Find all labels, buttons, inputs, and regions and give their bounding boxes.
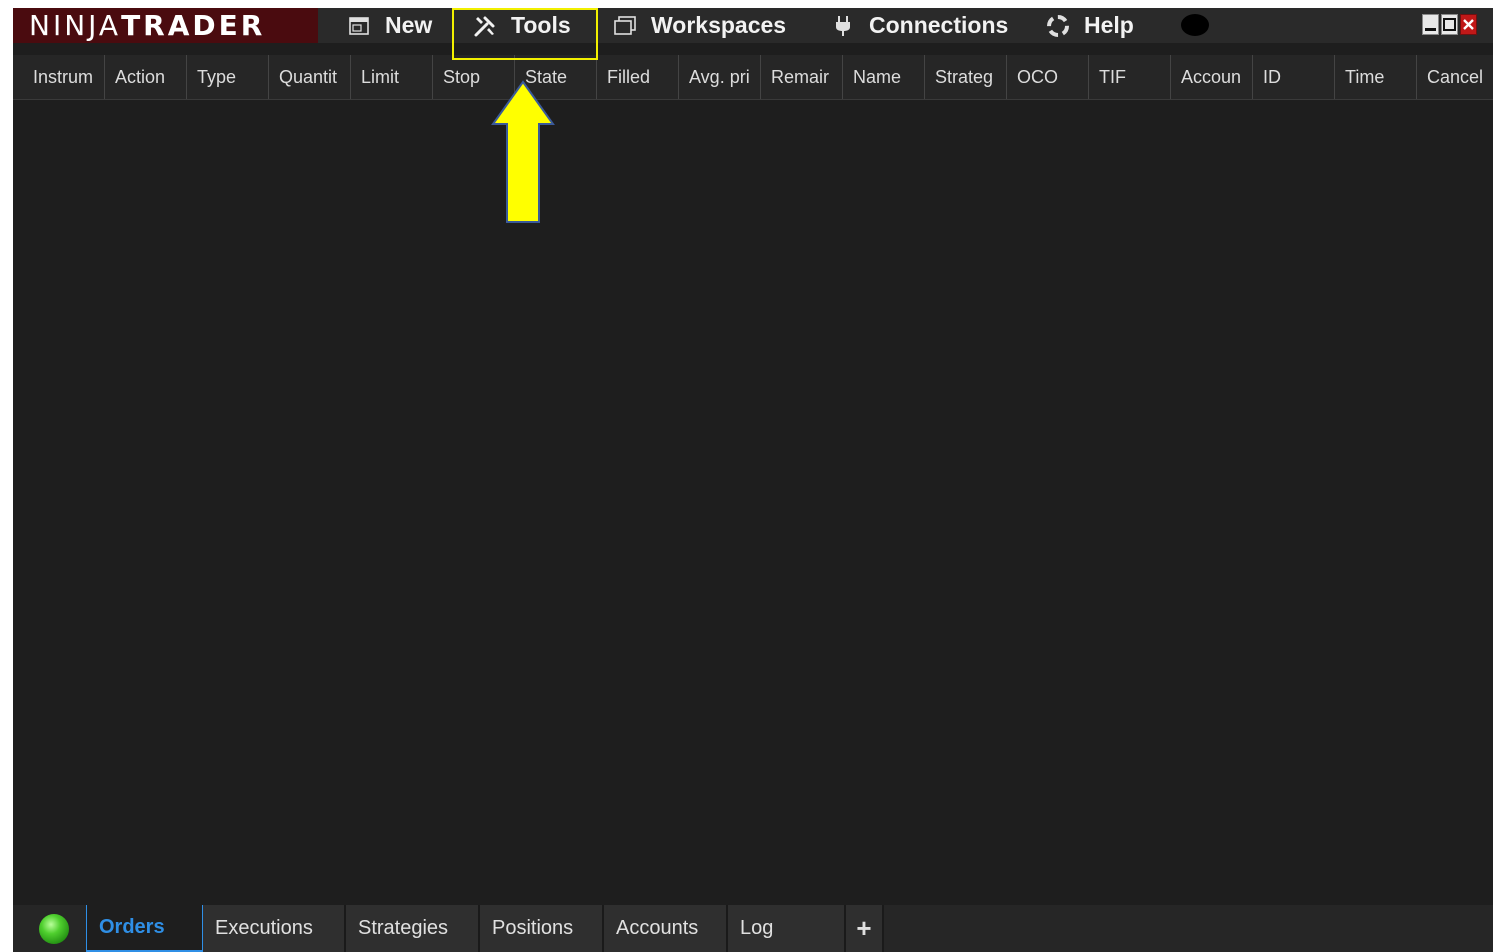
menu-tools-label: Tools bbox=[511, 12, 571, 38]
column-header-instrument[interactable]: Instrum bbox=[23, 55, 105, 99]
menu-help[interactable]: Help bbox=[1046, 8, 1134, 43]
column-header-id[interactable]: ID bbox=[1253, 55, 1335, 99]
workspaces-icon bbox=[613, 14, 637, 38]
tab-executions[interactable]: Executions bbox=[203, 905, 346, 952]
orders-grid[interactable] bbox=[13, 100, 1493, 905]
menu-help-label: Help bbox=[1084, 12, 1134, 38]
help-icon bbox=[1046, 14, 1070, 38]
column-header-time[interactable]: Time bbox=[1335, 55, 1417, 99]
menu-workspaces[interactable]: Workspaces bbox=[613, 8, 786, 43]
menu-new[interactable]: New bbox=[347, 8, 432, 43]
ninjatrader-logo: NINJA TRADER bbox=[13, 8, 318, 43]
up-arrow-annotation bbox=[491, 80, 555, 223]
maximize-button[interactable] bbox=[1441, 14, 1458, 35]
column-header-oco[interactable]: OCO bbox=[1007, 55, 1089, 99]
close-button[interactable] bbox=[1460, 14, 1477, 35]
column-header-limit[interactable]: Limit bbox=[351, 55, 433, 99]
tab-positions[interactable]: Positions bbox=[480, 905, 604, 952]
tab-accounts[interactable]: Accounts bbox=[604, 905, 728, 952]
column-header-avg-price[interactable]: Avg. pri bbox=[679, 55, 761, 99]
add-tab-button[interactable]: + bbox=[846, 905, 884, 952]
column-header-tif[interactable]: TIF bbox=[1089, 55, 1171, 99]
menu-bar: NINJA TRADER New Tools Workspaces Connect bbox=[13, 8, 1493, 43]
tools-icon bbox=[473, 14, 497, 38]
column-header-remaining[interactable]: Remair bbox=[761, 55, 843, 99]
menu-connections[interactable]: Connections bbox=[831, 8, 1008, 43]
menu-connections-label: Connections bbox=[869, 12, 1009, 38]
ninjatrader-control-center: NINJA TRADER New Tools Workspaces Connect bbox=[13, 8, 1493, 952]
tab-log[interactable]: Log bbox=[728, 905, 846, 952]
column-header-account[interactable]: Accoun bbox=[1171, 55, 1253, 99]
column-header-action[interactable]: Action bbox=[105, 55, 187, 99]
column-header-name[interactable]: Name bbox=[843, 55, 925, 99]
column-header-type[interactable]: Type bbox=[187, 55, 269, 99]
tab-strategies[interactable]: Strategies bbox=[346, 905, 480, 952]
tab-orders[interactable]: Orders bbox=[86, 905, 203, 952]
bottom-tab-bar: Orders Executions Strategies Positions A… bbox=[13, 905, 1493, 952]
logo-text-ninja: NINJA bbox=[29, 9, 122, 42]
orders-column-header: Instrum Action Type Quantit Limit Stop S… bbox=[13, 55, 1493, 100]
connection-status-icon bbox=[39, 914, 69, 944]
user-avatar[interactable] bbox=[1181, 14, 1209, 36]
menu-workspaces-label: Workspaces bbox=[651, 12, 787, 38]
logo-text-trader: TRADER bbox=[121, 9, 266, 42]
column-header-strategy[interactable]: Strateg bbox=[925, 55, 1007, 99]
column-header-cancel[interactable]: Cancel bbox=[1417, 55, 1493, 99]
plug-icon bbox=[831, 14, 855, 38]
menu-new-label: New bbox=[385, 12, 433, 38]
column-header-quantity[interactable]: Quantit bbox=[269, 55, 351, 99]
minimize-button[interactable] bbox=[1422, 14, 1439, 35]
menu-tools[interactable]: Tools bbox=[473, 8, 571, 43]
column-header-filled[interactable]: Filled bbox=[597, 55, 679, 99]
new-window-icon bbox=[347, 14, 371, 38]
